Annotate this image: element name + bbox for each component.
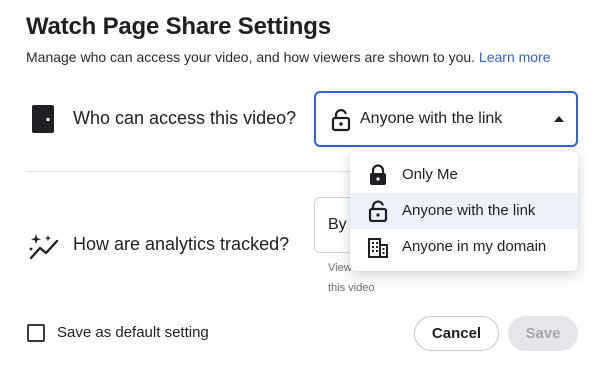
learn-more-link[interactable]: Learn more [479, 49, 551, 65]
lock-closed-icon [370, 164, 386, 185]
chevron-up-icon [554, 116, 564, 122]
access-select[interactable]: Anyone with the link [314, 91, 578, 147]
lock-open-icon [368, 200, 388, 222]
access-question-label: Who can access this video? [73, 108, 297, 128]
cancel-button[interactable]: Cancel [414, 316, 499, 351]
building-icon [368, 238, 388, 258]
dialog-subtitle: Manage who can access your video, and ho… [26, 49, 551, 65]
lock-icon [331, 109, 351, 132]
access-dropdown-menu: Only Me Anyone with the link Anyone in m… [350, 151, 578, 271]
helper-line-2: this video [328, 282, 375, 294]
dialog-title: Watch Page Share Settings [26, 13, 331, 40]
option-only-me[interactable]: Only Me [350, 157, 578, 193]
option-anyone-with-link[interactable]: Anyone with the link [350, 193, 578, 229]
sparkle-chart-icon [29, 234, 59, 260]
door-icon [32, 105, 54, 133]
subtitle-text: Manage who can access your video, and ho… [26, 49, 476, 65]
analytics-question-label: How are analytics tracked? [73, 234, 290, 254]
save-button[interactable]: Save [508, 316, 578, 351]
option-label: Anyone in my domain [402, 238, 547, 255]
default-setting-label[interactable]: Save as default setting [57, 324, 209, 341]
section-divider [26, 171, 360, 172]
option-label: Only Me [402, 166, 458, 183]
option-label: Anyone with the link [402, 202, 536, 219]
share-settings-dialog: Watch Page Share Settings Manage who can… [0, 0, 602, 377]
option-anyone-in-domain[interactable]: Anyone in my domain [350, 229, 578, 265]
analytics-select-value: By [328, 216, 347, 233]
default-setting-checkbox[interactable] [27, 324, 45, 342]
access-select-value: Anyone with the link [360, 110, 503, 127]
